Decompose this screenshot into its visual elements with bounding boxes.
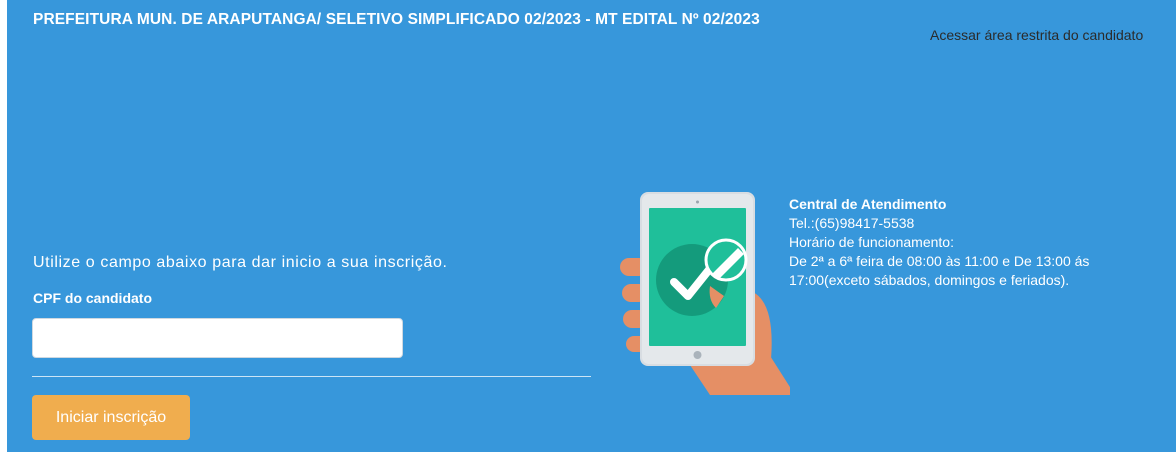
intro-text: Utilize o campo abaixo para dar inicio a… [33,254,448,271]
support-title: Central de Atendimento [789,196,947,212]
page-title: PREFEITURA MUN. DE ARAPUTANGA/ SELETIVO … [33,11,760,28]
support-info: Central de Atendimento Tel.:(65)98417-55… [789,195,1169,290]
restricted-area-link[interactable]: Acessar área restrita do candidato [930,27,1143,43]
start-registration-button[interactable]: Iniciar inscrição [32,395,190,440]
cpf-input[interactable] [32,318,403,358]
divider [32,376,591,377]
tablet-checkmark-icon [620,192,790,395]
main-panel: PREFEITURA MUN. DE ARAPUTANGA/ SELETIVO … [7,0,1176,452]
support-phone: Tel.:(65)98417-5538 [789,215,915,231]
support-hours-label: Horário de funcionamento: [789,234,954,250]
cpf-label: CPF do candidato [33,290,152,306]
support-hours-text: De 2ª a 6ª feira de 08:00 às 11:00 e De … [789,253,1090,288]
